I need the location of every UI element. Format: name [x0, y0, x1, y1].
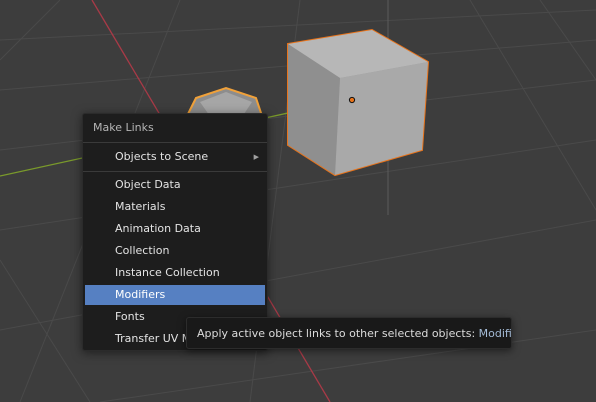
make-links-menu: Make Links Objects to Scene ▶ Object Dat… — [82, 113, 268, 351]
menu-item-object-data[interactable]: Object Data — [85, 175, 265, 195]
cube-object[interactable] — [287, 28, 430, 177]
menu-item-label: Modifiers — [115, 288, 166, 301]
menu-item-animation-data[interactable]: Animation Data — [85, 219, 265, 239]
menu-item-instance-collection[interactable]: Instance Collection — [85, 263, 265, 283]
menu-separator — [83, 142, 267, 143]
menu-item-objects-to-scene[interactable]: Objects to Scene ▶ — [85, 147, 265, 167]
tooltip-description: Apply active object links to other selec… — [197, 327, 476, 340]
menu-item-materials[interactable]: Materials — [85, 197, 265, 217]
menu-item-modifiers[interactable]: Modifiers — [85, 285, 265, 305]
menu-item-label: Object Data — [115, 178, 181, 191]
menu-title: Make Links — [93, 121, 154, 134]
tooltip: Apply active object links to other selec… — [186, 317, 512, 349]
menu-separator — [83, 171, 267, 172]
menu-item-label: Objects to Scene — [115, 150, 209, 163]
menu-item-label: Fonts — [115, 310, 145, 323]
menu-item-collection[interactable]: Collection — [85, 241, 265, 261]
menu-item-label: Collection — [115, 244, 170, 257]
object-origin — [348, 96, 356, 104]
menu-item-label: Animation Data — [115, 222, 201, 235]
menu-item-label: Instance Collection — [115, 266, 220, 279]
menu-item-label: Materials — [115, 200, 166, 213]
tooltip-value: Modifiers — [478, 327, 512, 340]
submenu-arrow-icon: ▶ — [253, 153, 259, 161]
